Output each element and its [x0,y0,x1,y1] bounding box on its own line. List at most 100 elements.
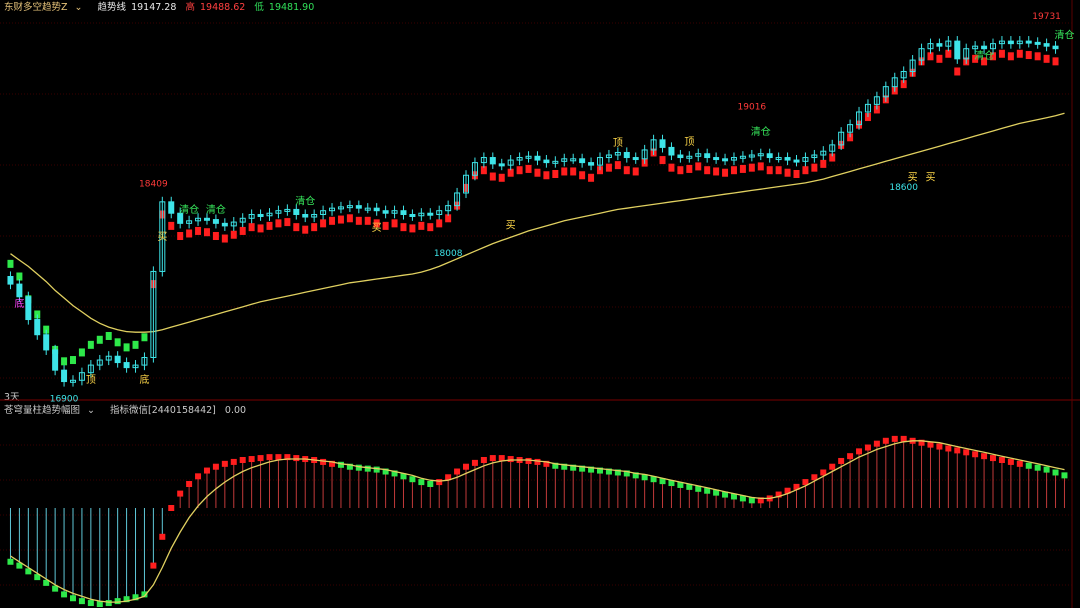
volume-bar-cap [266,454,273,461]
signal-label: 清仓 [206,203,226,216]
volume-bar-cap [7,558,14,565]
trend-up-mark [230,230,237,239]
trend-up-mark [561,167,568,176]
volume-bar-cap [454,468,461,475]
trend-up-mark [552,169,559,178]
volume-bar-cap [838,457,845,464]
trend-down-mark [7,259,14,268]
candle-body [221,222,228,227]
volume-bar-cap [69,595,76,602]
signal-label: 买 [506,219,516,231]
volume-bar-cap [195,473,202,480]
volume-bar-cap [471,459,478,466]
candle-body [400,210,407,215]
volume-bar-cap [990,455,997,462]
trend-down-mark [69,356,76,365]
volume-bar-cap [463,463,470,470]
trend-up-mark [427,223,434,232]
trend-up-mark [713,167,720,176]
volume-bar-cap [168,505,175,511]
candle-body [382,210,389,214]
signal-label: 买 [372,222,382,234]
candle-body [427,212,434,216]
volume-bar-cap [177,490,184,497]
volume-bar-cap [1007,458,1014,465]
chart-canvas[interactable]: 184091800819016186001973116900清仓 清仓清仓清仓清仓… [0,0,1080,608]
trend-up-mark [1025,51,1032,60]
candle-body [668,146,675,156]
signal-label: 底 [139,373,149,386]
candle-body [713,157,720,161]
volume-bar-cap [847,453,854,460]
trend-down-mark [114,338,121,347]
trend-up-mark [677,166,684,175]
volume-bar-cap [882,437,889,444]
trend-up-mark [1043,54,1050,63]
trend-up-mark [257,224,264,233]
signal-label: 清仓 [295,194,315,207]
volume-bar-cap [418,479,425,486]
volume-bar-cap [364,465,371,472]
trend-up-mark [748,163,755,172]
trend-up-mark [730,166,737,175]
trend-up-mark [391,219,398,228]
price-extreme-label: 16900 [50,395,79,405]
volume-bar-cap [239,457,246,463]
candle-body [543,159,550,164]
candle-body [704,153,711,159]
candle-body [722,158,729,162]
candle-body [52,349,59,371]
chart-window: 东财多空趋势Z ⌄ 趋势线 19147.28 高 19488.62 低 19481… [0,0,1080,608]
trend-up-mark [311,223,318,232]
trend-up-mark [695,162,702,171]
candle-body [1052,45,1059,50]
candle-body [168,201,175,214]
candle-body [766,153,773,159]
candle-body [489,157,496,165]
trend-up-mark [329,216,336,225]
trend-up-mark [516,166,523,175]
volume-bar-cap [257,455,264,462]
candle-body [981,45,988,50]
trend-down-mark [132,340,139,349]
candle-body [43,334,50,351]
candle-body [534,155,541,161]
candle-body [677,154,684,159]
candle-body [1034,41,1041,45]
trend-up-mark [337,215,344,224]
trend-up-mark [221,234,228,243]
volume-bar-cap [1025,462,1032,469]
trend-up-mark [1016,49,1023,58]
signal-label: 买 [925,171,935,183]
trend-up-mark [793,169,800,178]
volume-bar-cap [1016,460,1023,467]
candle-body [1007,40,1014,45]
trend-up-mark [248,223,255,232]
signal-label: 买 [157,231,167,243]
trend-up-mark [302,225,309,234]
trend-up-mark [186,229,193,238]
trend-up-mark [195,226,202,235]
volume-bar-cap [1043,466,1050,473]
trend-up-mark [579,171,586,180]
candle-body [659,139,666,148]
volume-bar-cap [480,457,487,463]
volume-bar-cap [293,455,300,462]
candle-body [409,213,416,217]
candle-body [123,362,130,369]
volume-bar-cap [963,449,970,456]
volume-bar-cap [248,456,255,463]
signal-label: 底 [14,297,24,310]
trend-down-mark [141,333,148,342]
volume-bar-cap [1052,469,1059,476]
trend-up-mark [588,173,595,182]
price-extreme-label: 18008 [434,249,463,259]
candle-body [212,219,219,224]
candle-body [954,40,961,60]
trend-up-mark [722,168,729,177]
signal-label: 清仓 [974,49,994,62]
volume-bar-cap [525,457,532,464]
trend-up-mark [400,223,407,232]
trend-up-mark [418,221,425,230]
trend-down-mark [78,348,85,357]
